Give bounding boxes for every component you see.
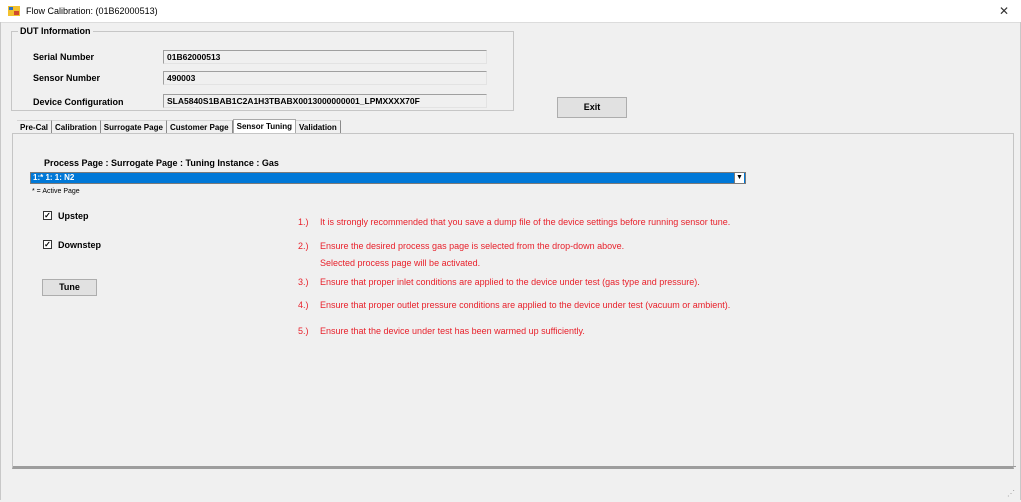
title-bar: Flow Calibration: (01B62000513) ✕	[0, 0, 1021, 23]
instruction-number: 3.)	[298, 277, 309, 287]
exit-button[interactable]: Exit	[557, 97, 627, 118]
sensor-number-label: Sensor Number	[33, 73, 101, 83]
active-page-note: * = Active Page	[32, 188, 80, 195]
resize-grip-icon[interactable]: ⋰	[1007, 489, 1015, 498]
tab-sensor-tuning[interactable]: Sensor Tuning	[232, 119, 297, 134]
chevron-down-icon[interactable]: ▼	[734, 173, 744, 183]
downstep-checkbox[interactable]: ✓	[43, 240, 52, 249]
close-button[interactable]: ✕	[987, 0, 1021, 22]
tab-calibration[interactable]: Calibration	[52, 120, 101, 134]
serial-number-label: Serial Number	[33, 52, 95, 62]
tab-validation[interactable]: Validation	[296, 120, 341, 134]
device-configuration-field[interactable]: SLA5840S1BAB1C2A1H3TBABX0013000000001_LP…	[163, 94, 487, 108]
process-page-label: Process Page : Surrogate Page : Tuning I…	[44, 158, 279, 168]
tab-customer-page[interactable]: Customer Page	[166, 120, 233, 134]
tab-pre-cal[interactable]: Pre-Cal	[17, 120, 53, 134]
instruction-number: 1.)	[298, 217, 309, 227]
tune-button[interactable]: Tune	[42, 279, 97, 296]
dut-information-legend: DUT Information	[20, 26, 91, 36]
window-title: Flow Calibration: (01B62000513)	[26, 6, 158, 16]
process-page-dropdown[interactable]: 1:* 1: 1: N2 ▼	[30, 172, 746, 184]
process-page-selected-value: 1:* 1: 1: N2	[33, 173, 75, 182]
serial-number-field[interactable]: 01B62000513	[163, 50, 487, 64]
instruction-number: 5.)	[298, 326, 309, 336]
device-configuration-label: Device Configuration	[33, 97, 124, 107]
bottom-divider	[13, 466, 1016, 467]
tab-surrogate-page[interactable]: Surrogate Page	[100, 120, 167, 134]
instruction-number: 4.)	[298, 300, 309, 310]
downstep-label: Downstep	[58, 240, 102, 250]
sensor-number-field[interactable]: 490003	[163, 71, 487, 85]
instruction-text: Ensure that proper outlet pressure condi…	[320, 300, 731, 310]
upstep-label: Upstep	[58, 211, 89, 221]
flow-app-icon	[8, 6, 20, 16]
instruction-text: Ensure that the device under test has be…	[320, 326, 585, 336]
tab-strip: Pre-Cal Calibration Surrogate Page Customer…	[17, 119, 341, 134]
instruction-text: It is strongly recommended that you save…	[320, 217, 731, 227]
instruction-text: Ensure that proper inlet conditions are …	[320, 277, 700, 287]
instruction-number: 2.)	[298, 241, 309, 251]
instruction-text: Selected process page will be activated.	[320, 258, 481, 268]
upstep-checkbox[interactable]: ✓	[43, 211, 52, 220]
instruction-text: Ensure the desired process gas page is s…	[320, 241, 625, 251]
